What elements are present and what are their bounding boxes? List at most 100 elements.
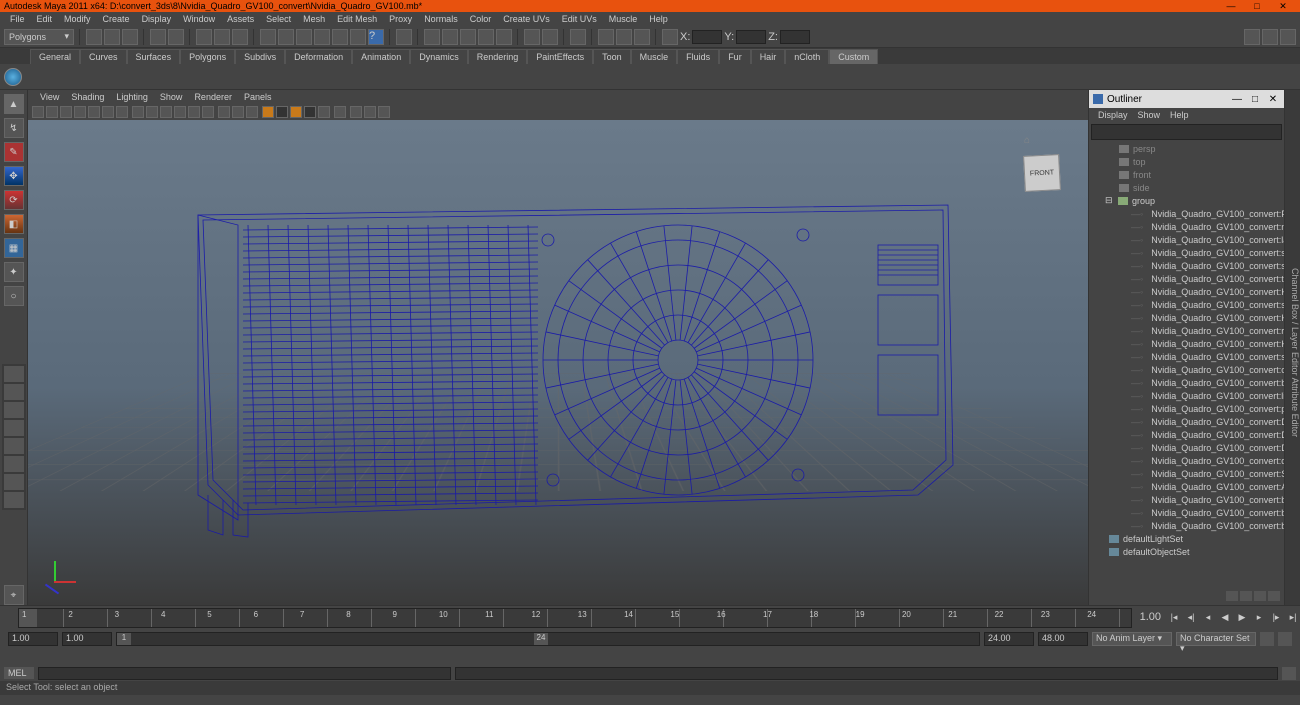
outliner-mesh-15[interactable]: —◦Nvidia_Quadro_GV100_convert:pay: [1089, 402, 1284, 415]
range-end-out-field[interactable]: 24.00: [984, 632, 1034, 646]
outliner-group[interactable]: ⊟group: [1089, 194, 1284, 207]
outliner-persp-layout[interactable]: [4, 456, 24, 472]
vp-light-none-icon[interactable]: [318, 106, 330, 118]
outliner-btn-d[interactable]: [1268, 591, 1280, 601]
vp-film-gate-icon[interactable]: [116, 106, 128, 118]
snap-curve-icon[interactable]: [278, 29, 294, 45]
vp-panel-c-icon[interactable]: [378, 106, 390, 118]
scale-tool[interactable]: ◧: [4, 214, 24, 234]
script-editor-icon[interactable]: [1282, 667, 1296, 680]
menu-file[interactable]: File: [4, 14, 31, 24]
anim-layer-dropdown[interactable]: No Anim Layer ▾: [1092, 632, 1172, 646]
outliner-mesh-17[interactable]: —◦Nvidia_Quadro_GV100_convert:Dal: [1089, 428, 1284, 441]
universal-manip-tool[interactable]: ▦: [4, 238, 24, 258]
outliner-mesh-19[interactable]: —◦Nvidia_Quadro_GV100_convert:dec: [1089, 454, 1284, 467]
outliner-mesh-16[interactable]: —◦Nvidia_Quadro_GV100_convert:Dal: [1089, 415, 1284, 428]
select-object-icon[interactable]: [214, 29, 230, 45]
modeling-toolkit-icon[interactable]: [598, 29, 614, 45]
menu-proxy[interactable]: Proxy: [383, 14, 418, 24]
menu-edit-mesh[interactable]: Edit Mesh: [331, 14, 383, 24]
shelf-tab-surfaces[interactable]: Surfaces: [127, 49, 181, 64]
shelf-tab-fluids[interactable]: Fluids: [677, 49, 719, 64]
outliner-mesh-0[interactable]: —◦Nvidia_Quadro_GV100_convert:Fan: [1089, 207, 1284, 220]
outliner-menu-display[interactable]: Display: [1093, 110, 1133, 120]
outliner-mesh-12[interactable]: —◦Nvidia_Quadro_GV100_convert:coo: [1089, 363, 1284, 376]
vp-image-plane-icon[interactable]: [60, 106, 72, 118]
tool-a-icon[interactable]: [616, 29, 632, 45]
autokey-icon[interactable]: [1260, 632, 1274, 646]
vp-xray-icon[interactable]: [232, 106, 244, 118]
vp-menu-renderer[interactable]: Renderer: [188, 92, 238, 102]
render-view-icon[interactable]: [478, 29, 494, 45]
outliner-mesh-3[interactable]: —◦Nvidia_Quadro_GV100_convert:scr: [1089, 246, 1284, 259]
vp-light-selected-icon[interactable]: [304, 106, 316, 118]
character-set-dropdown[interactable]: No Character Set ▾: [1176, 632, 1256, 646]
shelf-tab-deformation[interactable]: Deformation: [285, 49, 352, 64]
tool-b-icon[interactable]: [634, 29, 650, 45]
outliner-mesh-1[interactable]: —◦Nvidia_Quadro_GV100_convert:nut: [1089, 220, 1284, 233]
outliner-mesh-11[interactable]: —◦Nvidia_Quadro_GV100_convert:sph: [1089, 350, 1284, 363]
menu-display[interactable]: Display: [136, 14, 178, 24]
viewport[interactable]: ⌂ FRONT: [28, 120, 1088, 605]
outliner-mesh-5[interactable]: —◦Nvidia_Quadro_GV100_convert:ten: [1089, 272, 1284, 285]
viewcube-face[interactable]: FRONT: [1023, 154, 1061, 192]
vp-menu-view[interactable]: View: [34, 92, 65, 102]
rotate-tool[interactable]: ⟳: [4, 190, 24, 210]
vp-wireframe-icon[interactable]: [132, 106, 144, 118]
step-forward-icon[interactable]: ▸: [1252, 610, 1266, 624]
menu-color[interactable]: Color: [464, 14, 498, 24]
vp-textured-icon[interactable]: [174, 106, 186, 118]
step-forward-key-icon[interactable]: |▸: [1269, 610, 1283, 624]
outliner-btn-a[interactable]: [1226, 591, 1238, 601]
snap-live-icon[interactable]: [332, 29, 348, 45]
menu-mesh[interactable]: Mesh: [297, 14, 331, 24]
input-connections-icon[interactable]: [542, 29, 558, 45]
menu-help[interactable]: Help: [643, 14, 674, 24]
vp-2d-pan-icon[interactable]: [74, 106, 86, 118]
hypershade-persp-layout[interactable]: [4, 474, 24, 490]
shelf-tab-custom[interactable]: Custom: [829, 49, 878, 64]
hypershade-icon[interactable]: [460, 29, 476, 45]
outliner-mesh-23[interactable]: —◦Nvidia_Quadro_GV100_convert:bla: [1089, 506, 1284, 519]
vp-isolate-icon[interactable]: [218, 106, 230, 118]
vp-shadows-icon[interactable]: [202, 106, 214, 118]
y-input[interactable]: [736, 30, 766, 44]
shelf-tab-painteffects[interactable]: PaintEffects: [527, 49, 593, 64]
outliner-mesh-14[interactable]: —◦Nvidia_Quadro_GV100_convert:ligh: [1089, 389, 1284, 402]
select-tool[interactable]: ▲: [4, 94, 24, 114]
channelbox-toggle-icon[interactable]: [1262, 29, 1278, 45]
step-back-icon[interactable]: ◂: [1201, 610, 1215, 624]
vp-light-all-icon[interactable]: [290, 106, 302, 118]
vp-grid-icon[interactable]: [102, 106, 114, 118]
vp-select-camera-icon[interactable]: [32, 106, 44, 118]
goto-start-icon[interactable]: |◂: [1167, 610, 1181, 624]
help-icon[interactable]: ?: [368, 29, 384, 45]
outliner-set-defaultLightSet[interactable]: defaultLightSet: [1089, 532, 1284, 545]
range-track[interactable]: 1 24: [116, 632, 980, 646]
show-manip-tool[interactable]: ○: [4, 286, 24, 306]
vp-menu-lighting[interactable]: Lighting: [110, 92, 154, 102]
menu-edit-uvs[interactable]: Edit UVs: [556, 14, 603, 24]
range-handle-start[interactable]: 1: [117, 633, 131, 645]
render-settings-icon[interactable]: [442, 29, 458, 45]
outliner-mesh-13[interactable]: —◦Nvidia_Quadro_GV100_convert:bla: [1089, 376, 1284, 389]
minimize-button[interactable]: —: [1218, 0, 1244, 12]
outliner-mesh-2[interactable]: —◦Nvidia_Quadro_GV100_convert:latt: [1089, 233, 1284, 246]
attribute-editor-toggle-icon[interactable]: [1280, 29, 1296, 45]
outliner-menu-help[interactable]: Help: [1165, 110, 1194, 120]
outliner-mesh-8[interactable]: —◦Nvidia_Quadro_GV100_convert:Hea: [1089, 311, 1284, 324]
vp-lights-icon[interactable]: [188, 106, 200, 118]
outliner-maximize[interactable]: □: [1248, 94, 1262, 105]
outliner-minimize[interactable]: —: [1230, 94, 1244, 105]
graph-persp-layout[interactable]: [4, 492, 24, 508]
outliner-mesh-4[interactable]: —◦Nvidia_Quadro_GV100_convert:scr: [1089, 259, 1284, 272]
outliner-mesh-24[interactable]: —◦Nvidia_Quadro_GV100_convert:bra: [1089, 519, 1284, 532]
right-side-tabs[interactable]: Channel Box / Layer Editor Attribute Edi…: [1284, 90, 1300, 605]
outliner-btn-b[interactable]: [1240, 591, 1252, 601]
shelf-tab-toon[interactable]: Toon: [593, 49, 631, 64]
outliner-mesh-10[interactable]: —◦Nvidia_Quadro_GV100_convert:Hea: [1089, 337, 1284, 350]
current-frame-field[interactable]: 1.00: [1140, 611, 1161, 623]
wireframe-model[interactable]: [178, 185, 968, 545]
render-icon[interactable]: [396, 29, 412, 45]
vp-light-default-icon[interactable]: [276, 106, 288, 118]
